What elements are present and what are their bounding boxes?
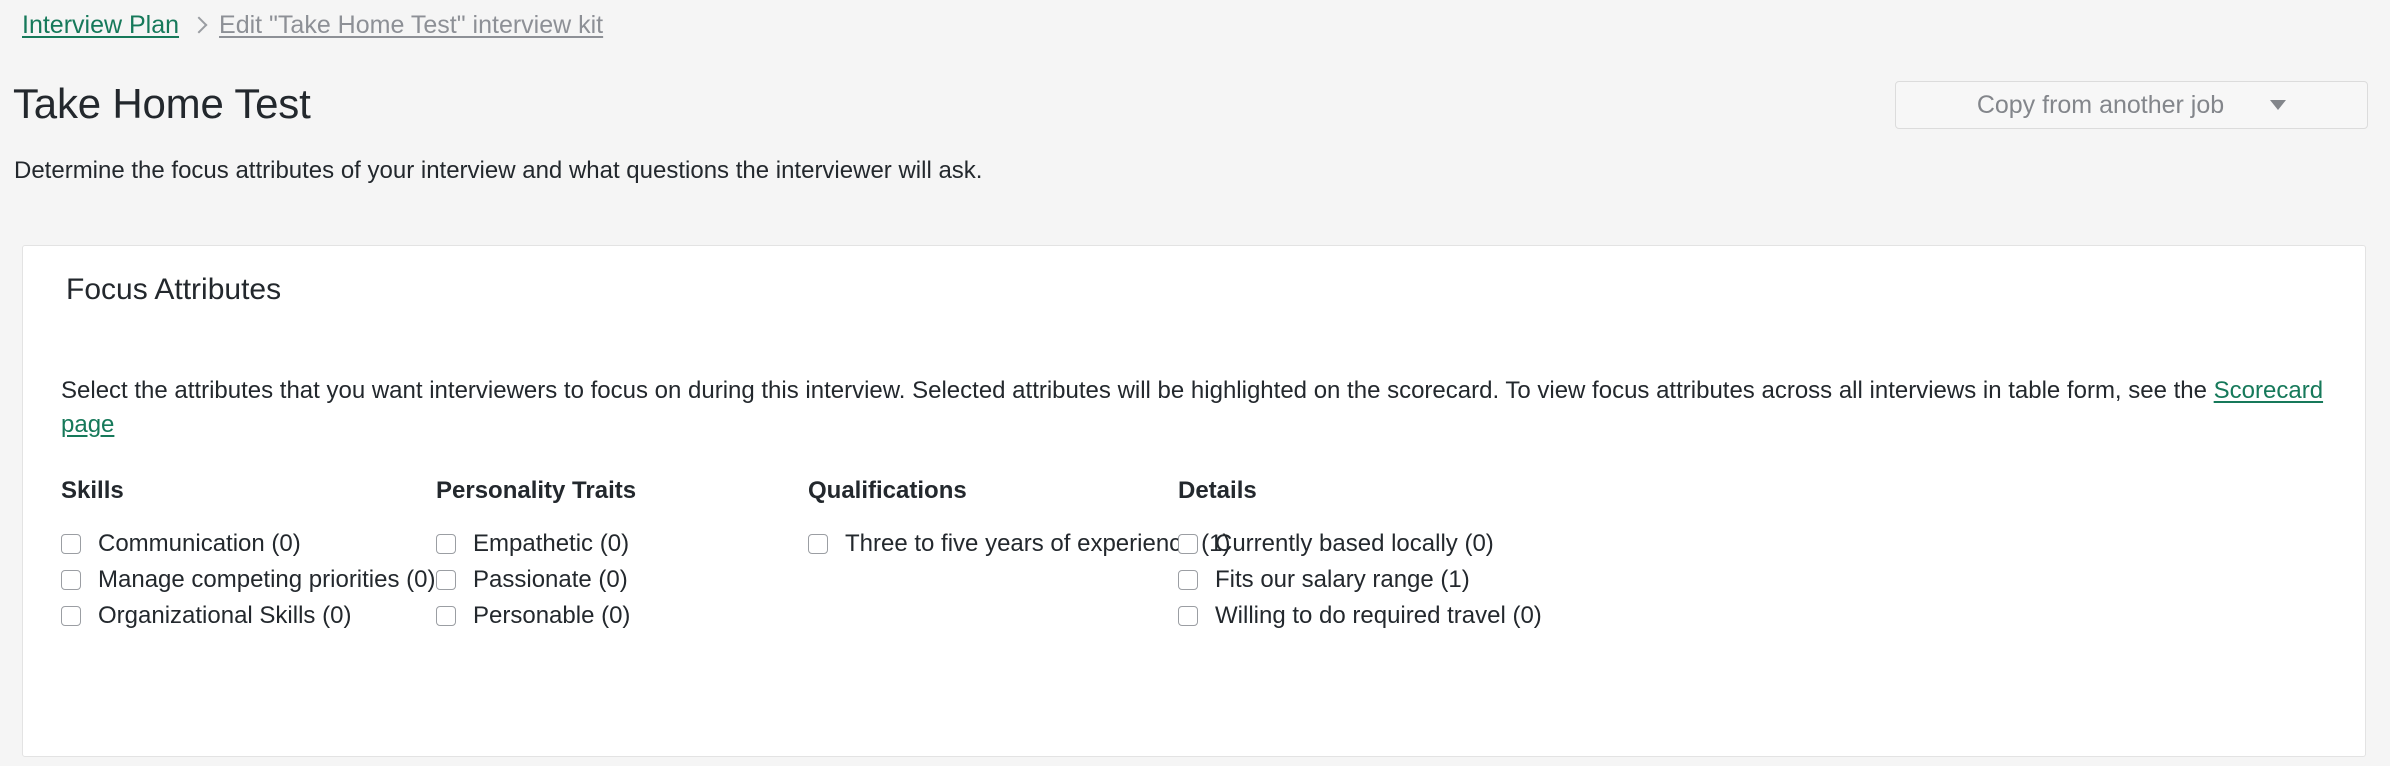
checkbox-icon[interactable]	[808, 534, 828, 554]
attribute-option[interactable]: Manage competing priorities (0)	[61, 562, 436, 598]
attribute-option[interactable]: Three to five years of experience (1)	[808, 526, 1231, 562]
attribute-option[interactable]: Currently based locally (0)	[1178, 526, 1550, 562]
attribute-option-label: Passionate (0)	[473, 566, 628, 593]
checkbox-icon[interactable]	[1178, 570, 1198, 590]
attribute-column-qualifications: Qualifications Three to five years of ex…	[808, 476, 1231, 634]
attribute-column-details: Details Currently based locally (0) Fits…	[1178, 476, 1550, 634]
attribute-option-label: Empathetic (0)	[473, 530, 630, 557]
checkbox-icon[interactable]	[1178, 534, 1198, 554]
interview-kit-page: Interview Plan Edit "Take Home Test" int…	[0, 0, 2390, 766]
column-heading-qualifications: Qualifications	[808, 477, 967, 504]
attribute-column-personality-traits: Personality Traits Empathetic (0) Passio…	[436, 476, 808, 634]
attribute-option-label: Fits our salary range (1)	[1215, 566, 1470, 593]
attribute-option-label: Willing to do required travel (0)	[1215, 602, 1542, 629]
breadcrumb-current-page[interactable]: Edit "Take Home Test" interview kit	[219, 10, 603, 40]
attribute-option-label: Communication (0)	[98, 530, 301, 557]
attribute-option[interactable]: Willing to do required travel (0)	[1178, 598, 1550, 634]
copy-from-another-job-button[interactable]: Copy from another job	[1895, 81, 2368, 129]
attribute-option-label: Manage competing priorities (0)	[98, 566, 436, 593]
column-heading-details: Details	[1178, 477, 1257, 504]
attribute-columns: Skills Communication (0) Manage competin…	[61, 476, 2331, 634]
checkbox-icon[interactable]	[61, 534, 81, 554]
breadcrumb: Interview Plan Edit "Take Home Test" int…	[22, 10, 603, 40]
attribute-column-skills: Skills Communication (0) Manage competin…	[61, 476, 436, 634]
attribute-option[interactable]: Organizational Skills (0)	[61, 598, 436, 634]
checkbox-icon[interactable]	[436, 534, 456, 554]
checkbox-icon[interactable]	[61, 606, 81, 626]
attribute-option[interactable]: Empathetic (0)	[436, 526, 808, 562]
attribute-option-label: Three to five years of experience (1)	[845, 530, 1231, 557]
page-title: Take Home Test	[13, 80, 311, 128]
checkbox-icon[interactable]	[436, 570, 456, 590]
breadcrumb-link-interview-plan[interactable]: Interview Plan	[22, 10, 179, 40]
attribute-option-label: Currently based locally (0)	[1215, 530, 1494, 557]
attribute-option-label: Organizational Skills (0)	[98, 602, 352, 629]
attribute-option-label: Personable (0)	[473, 602, 631, 629]
column-heading-personality-traits: Personality Traits	[436, 477, 637, 504]
attribute-option[interactable]: Personable (0)	[436, 598, 808, 634]
checkbox-icon[interactable]	[1178, 606, 1198, 626]
checkbox-icon[interactable]	[436, 606, 456, 626]
chevron-right-icon	[190, 16, 208, 34]
page-subtitle: Determine the focus attributes of your i…	[14, 157, 983, 184]
attribute-option[interactable]: Communication (0)	[61, 526, 436, 562]
column-heading-skills: Skills	[61, 477, 124, 504]
checkbox-icon[interactable]	[61, 570, 81, 590]
focus-attributes-description-text: Select the attributes that you want inte…	[61, 377, 2207, 404]
focus-attributes-description: Select the attributes that you want inte…	[61, 374, 2329, 442]
copy-from-another-job-label: Copy from another job	[1976, 90, 2225, 119]
attribute-option[interactable]: Fits our salary range (1)	[1178, 562, 1550, 598]
focus-attributes-heading: Focus Attributes	[66, 273, 282, 306]
focus-attributes-card: Focus Attributes Select the attributes t…	[22, 245, 2366, 757]
attribute-option[interactable]: Passionate (0)	[436, 562, 808, 598]
caret-down-icon	[2270, 100, 2287, 110]
